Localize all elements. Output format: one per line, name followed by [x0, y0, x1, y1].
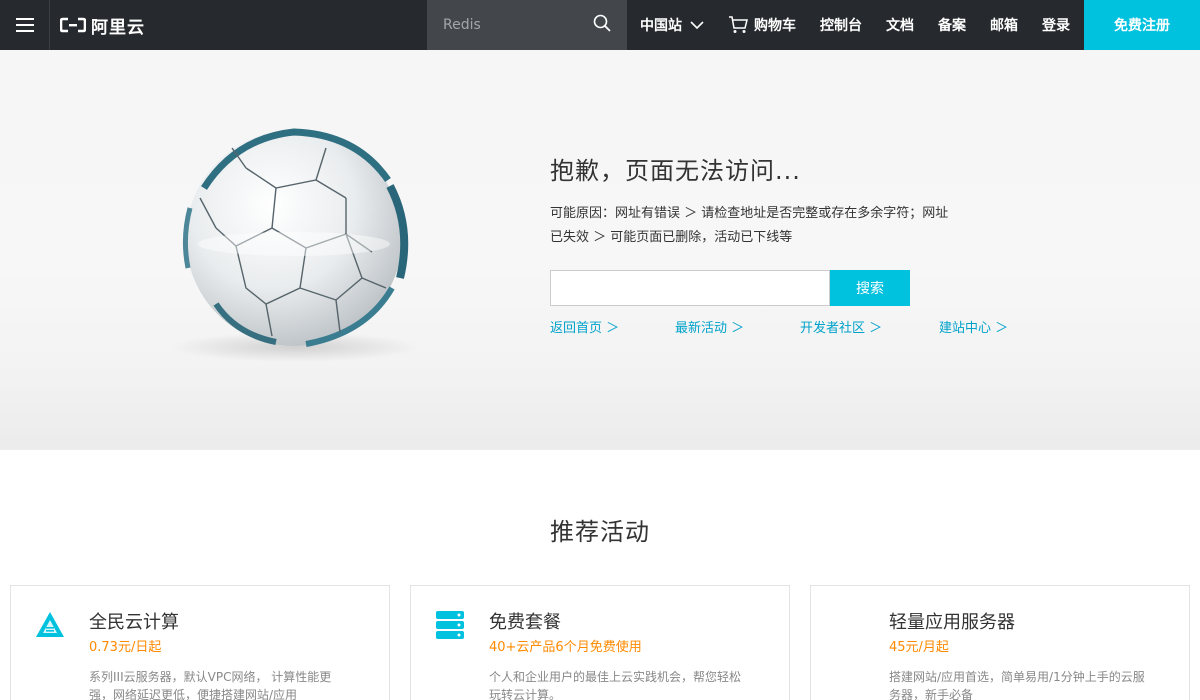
link-latest-activities[interactable]: 最新活动 ＞ — [675, 317, 744, 336]
logo-text: 阿里云 — [91, 17, 145, 38]
aliyun-logo-mark-icon — [60, 17, 86, 33]
card-price: 45元/月起 — [889, 640, 949, 655]
card-price: 40+云产品6个月免费使用 — [489, 640, 642, 655]
link-home[interactable]: 返回首页 ＞ — [550, 317, 619, 336]
card-title: 全民云计算 — [89, 612, 179, 633]
server-stack-icon — [436, 611, 464, 639]
error-description: 可能原因：网址有错误 ＞ 请检查地址是否完整或存在多余字符；网址已失效 ＞ 可能… — [550, 206, 949, 245]
nav-cart-label: 购物车 — [754, 18, 796, 34]
search-icon[interactable] — [593, 14, 611, 36]
card-description: 搭建网站/应用首选，简单易用/1分钟上手的云服务器，新手必备 — [889, 670, 1145, 700]
triangle-cloud-icon — [36, 612, 64, 637]
error-search-form: 搜索 — [550, 270, 910, 306]
signup-button[interactable]: 免费注册 — [1084, 0, 1200, 50]
hero-floor-shade — [0, 380, 1200, 450]
nav-mail[interactable]: 邮箱 — [978, 0, 1030, 50]
activity-card[interactable]: 免费套餐 40+云产品6个月免费使用 个人和企业用户的最佳上云实践机会，帮您轻松… — [410, 585, 790, 700]
card-title: 轻量应用服务器 — [889, 612, 1015, 633]
menu-icon[interactable] — [0, 0, 50, 50]
activity-card[interactable]: 轻量应用服务器 45元/月起 搭建网站/应用首选，简单易用/1分钟上手的云服务器… — [810, 585, 1190, 700]
card-price: 0.73元/日起 — [89, 640, 162, 655]
region-selector[interactable]: 中国站 — [627, 0, 716, 50]
card-description: 个人和企业用户的最佳上云实践机会，帮您轻松玩转云计算。 — [489, 670, 742, 700]
card-title: 免费套餐 — [489, 612, 561, 633]
error-search-input[interactable] — [550, 270, 830, 306]
broken-sphere-illustration — [182, 128, 409, 347]
nav-login[interactable]: 登录 — [1030, 0, 1082, 50]
top-nav: 中国站 购物车 控制台 文档 备案 邮箱 登录 — [627, 0, 1082, 50]
search-input[interactable]: Redis — [427, 0, 627, 50]
nav-icp-filing[interactable]: 备案 — [926, 0, 978, 50]
nav-cart[interactable]: 购物车 — [716, 0, 808, 50]
region-label: 中国站 — [640, 18, 682, 34]
link-developer-community[interactable]: 开发者社区 ＞ — [800, 317, 882, 336]
nav-console[interactable]: 控制台 — [808, 0, 874, 50]
cart-icon — [728, 16, 748, 34]
nav-docs[interactable]: 文档 — [874, 0, 926, 50]
card-description: 系列III云服务器，默认VPC网络， 计算性能更强，网络延迟更低，便捷搭建网站/… — [89, 670, 332, 700]
top-navigation-bar: 阿里云 Redis 中国站 购物车 控制台 文档 备案 邮箱 登录 免费注册 — [0, 0, 1200, 50]
chevron-down-icon — [690, 21, 704, 29]
error-title: 抱歉，页面无法访问... — [550, 157, 801, 185]
link-site-building[interactable]: 建站中心 ＞ — [939, 317, 1008, 336]
error-search-button[interactable]: 搜索 — [830, 270, 910, 306]
search-placeholder: Redis — [443, 17, 481, 33]
error-hero: 抱歉，页面无法访问... 可能原因：网址有错误 ＞ 请检查地址是否完整或存在多余… — [0, 50, 1200, 450]
recommend-title: 推荐活动 — [550, 518, 650, 546]
aliyun-logo[interactable]: 阿里云 — [50, 0, 427, 50]
activity-card[interactable]: 全民云计算 0.73元/日起 系列III云服务器，默认VPC网络， 计算性能更强… — [10, 585, 390, 700]
